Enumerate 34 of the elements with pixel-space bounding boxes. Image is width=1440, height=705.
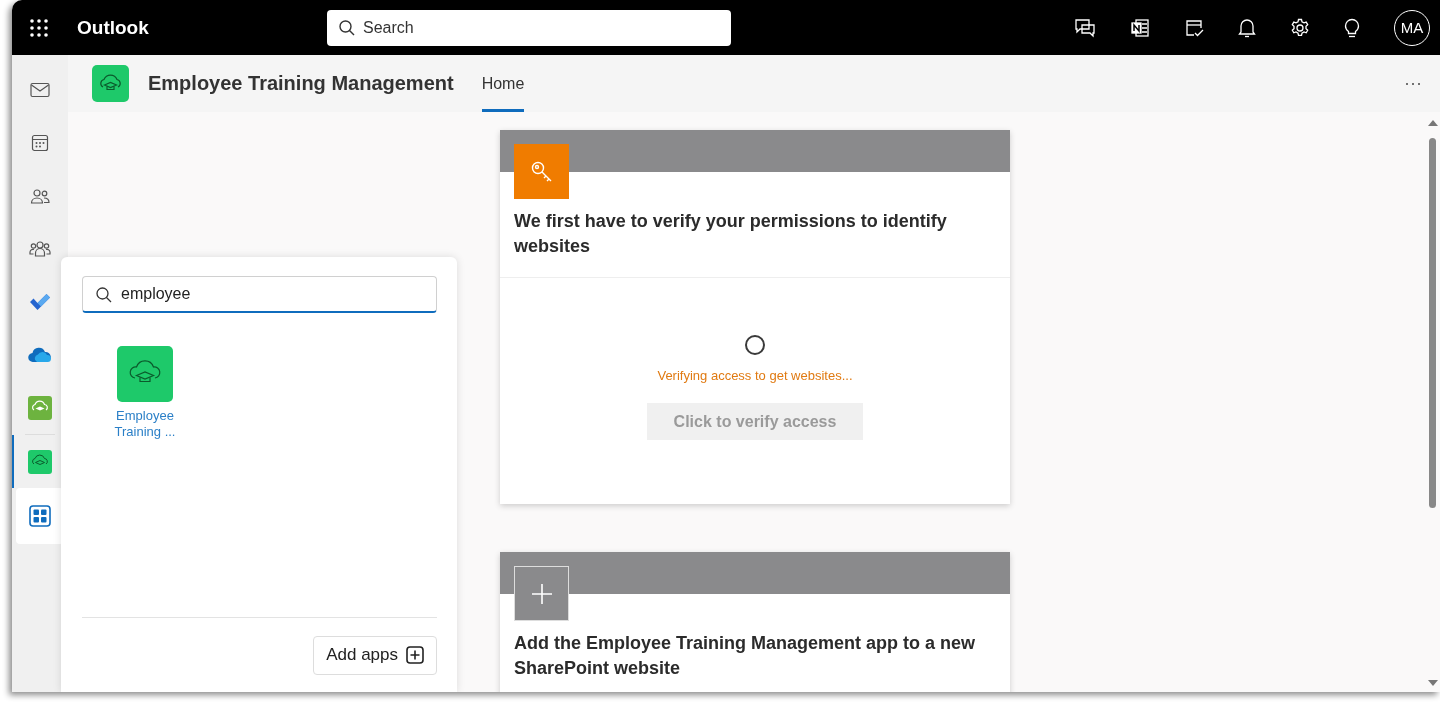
app-title: Employee Training Management [148, 72, 454, 95]
app-icon [28, 449, 52, 474]
app-logo-icon [92, 65, 129, 102]
plus-box-icon [406, 646, 424, 664]
mail-icon [30, 81, 50, 98]
calendar-check-icon[interactable] [1184, 17, 1204, 38]
groups-icon [29, 239, 51, 258]
notebook-icon[interactable] [1130, 17, 1150, 38]
search-icon [338, 18, 356, 37]
people-icon [30, 187, 50, 204]
app-search-field[interactable]: employee [82, 276, 437, 313]
chat-icon[interactable] [1074, 17, 1096, 38]
search-field[interactable]: Search [327, 9, 731, 46]
card-title: We first have to verify your permissions to identify websites [513, 210, 948, 258]
product-name: Outlook [77, 16, 150, 39]
app-icon[interactable] [117, 346, 173, 402]
checkmark-icon [29, 292, 51, 311]
app-icon [28, 395, 52, 420]
plus-icon [530, 582, 553, 605]
status-text: Verifying access to get websites... [657, 368, 853, 383]
calendar-icon [31, 133, 49, 152]
add-apps-button[interactable]: Add apps [313, 635, 437, 675]
bell-icon[interactable] [1238, 17, 1256, 38]
lightbulb-icon[interactable] [1344, 17, 1360, 38]
key-icon [529, 159, 554, 184]
apps-grid-icon [29, 505, 51, 527]
loading-spinner [745, 335, 765, 355]
settings-icon[interactable] [1290, 17, 1310, 38]
app-launcher-icon[interactable] [30, 18, 48, 37]
cloud-icon [28, 346, 52, 363]
search-icon [95, 285, 113, 304]
app-name[interactable]: Employee Training ... [105, 408, 185, 440]
card-title: Add the Employee Training Management app to a new SharePoint website [513, 632, 977, 680]
apps-button[interactable] [16, 488, 64, 544]
